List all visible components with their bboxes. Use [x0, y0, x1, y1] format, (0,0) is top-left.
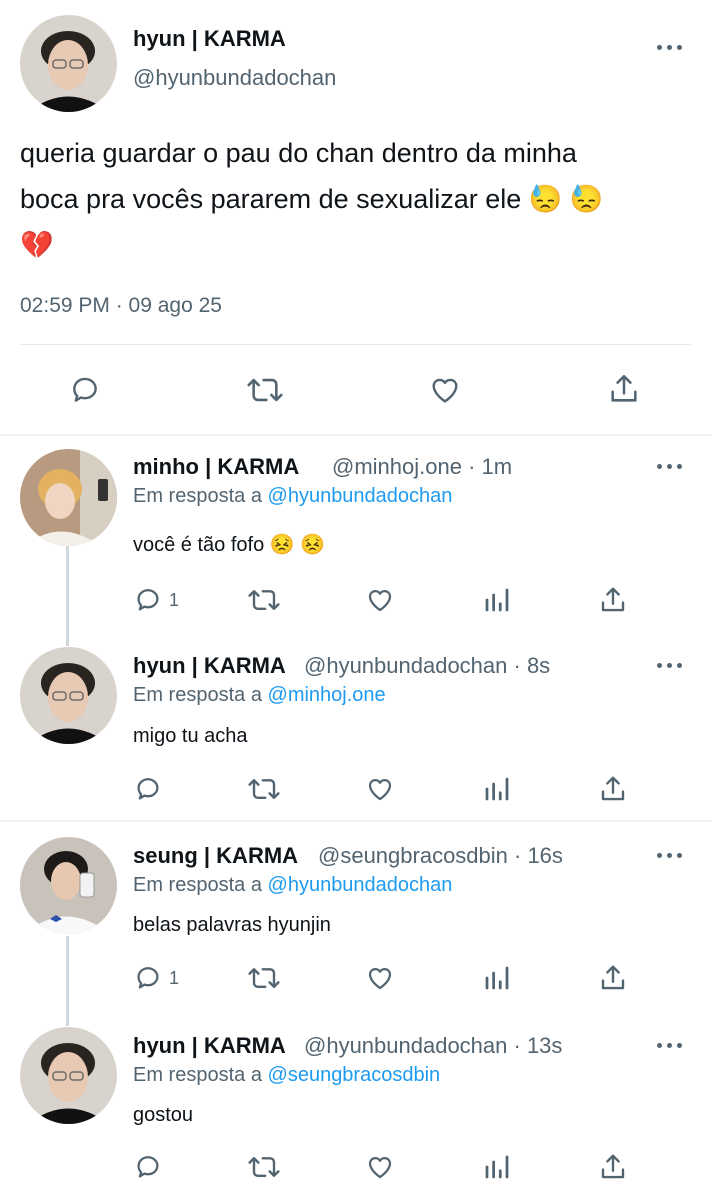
- reply-text: você é tão fofo 😣 😣: [133, 534, 326, 556]
- reply-to-link[interactable]: @minhoj.one: [268, 684, 386, 706]
- reply-icon: [137, 778, 159, 800]
- share-icon: [601, 965, 625, 990]
- reply-to-link[interactable]: @seungbracosdbin: [268, 1064, 441, 1086]
- thread-line: [66, 936, 69, 1026]
- like-button[interactable]: [364, 1152, 396, 1182]
- heart-icon: [368, 967, 392, 990]
- reply-context: Em resposta a @seungbracosdbin: [133, 1064, 440, 1087]
- reply-prefix: Em resposta a: [133, 485, 268, 507]
- reply-button[interactable]: [68, 373, 102, 407]
- author-handle[interactable]: @hyunbundadochan · 13s: [304, 1033, 562, 1059]
- heart-icon: [432, 378, 458, 403]
- divider: [20, 344, 691, 345]
- heart-icon: [368, 1156, 392, 1179]
- like-button[interactable]: [364, 585, 396, 615]
- retweet-icon: [248, 968, 280, 988]
- retweet-button[interactable]: [246, 774, 282, 804]
- share-button[interactable]: [598, 584, 628, 616]
- retweet-button[interactable]: [246, 963, 282, 993]
- views-icon: [485, 777, 509, 801]
- share-button[interactable]: [598, 1151, 628, 1183]
- reply-prefix: Em resposta a: [133, 684, 268, 706]
- retweet-icon: [248, 590, 280, 610]
- views-button[interactable]: [482, 774, 512, 804]
- reply-to-link[interactable]: @hyunbundadochan: [268, 874, 453, 896]
- more-icon[interactable]: [657, 661, 683, 669]
- share-icon: [601, 587, 625, 612]
- reply-icon: [137, 967, 159, 989]
- reply-prefix: Em resposta a: [133, 1064, 268, 1086]
- share-icon: [601, 776, 625, 801]
- author-handle[interactable]: @hyunbundadochan · 8s: [304, 653, 550, 679]
- share-button[interactable]: [598, 773, 628, 805]
- reply-text: belas palavras hyunjin: [133, 914, 331, 936]
- author-name[interactable]: minho | KARMA: [133, 454, 299, 480]
- retweet-button[interactable]: [246, 585, 282, 615]
- timestamp[interactable]: 02:59 PM · 09 ago 25: [20, 294, 222, 318]
- views-button[interactable]: [482, 1152, 512, 1182]
- like-button[interactable]: [427, 373, 463, 407]
- share-button[interactable]: [598, 962, 628, 994]
- like-button[interactable]: [364, 963, 396, 993]
- more-icon[interactable]: [657, 462, 683, 470]
- more-icon[interactable]: [657, 851, 683, 859]
- avatar[interactable]: [20, 449, 117, 546]
- reply-prefix: Em resposta a: [133, 874, 268, 896]
- reply-to-link[interactable]: @hyunbundadochan: [268, 485, 453, 507]
- reply-icon: [137, 589, 159, 611]
- views-icon: [485, 1155, 509, 1179]
- reply-text: gostou: [133, 1104, 194, 1126]
- author-handle[interactable]: @hyunbundadochan: [133, 65, 336, 91]
- views-button[interactable]: [482, 585, 512, 615]
- heart-icon: [368, 778, 392, 801]
- retweet-icon: [248, 1157, 280, 1177]
- share-icon: [601, 1154, 625, 1179]
- views-icon: [485, 966, 509, 990]
- views-button[interactable]: [482, 963, 512, 993]
- tweet-text: queria guardar o pau do chan dentro da m…: [20, 130, 604, 268]
- divider: [0, 434, 711, 436]
- more-icon[interactable]: [657, 1041, 683, 1049]
- reply-button[interactable]: [133, 774, 169, 804]
- thread-line: [66, 546, 69, 646]
- author-name[interactable]: hyun | KARMA: [133, 653, 286, 679]
- reply-icon: [137, 1156, 159, 1178]
- reply-count: 1: [169, 967, 180, 988]
- avatar[interactable]: [20, 15, 117, 112]
- reply-context: Em resposta a @hyunbundadochan: [133, 485, 452, 508]
- retweet-button[interactable]: [246, 1152, 282, 1182]
- like-button[interactable]: [364, 774, 396, 804]
- reply-context: Em resposta a @hyunbundadochan: [133, 874, 452, 897]
- reply-icon: [73, 377, 97, 402]
- avatar[interactable]: [20, 837, 117, 934]
- retweet-icon: [247, 378, 283, 402]
- retweet-button[interactable]: [245, 373, 285, 407]
- reply-count: 1: [169, 589, 180, 610]
- reply-button[interactable]: 1: [133, 963, 179, 993]
- divider: [0, 820, 711, 822]
- avatar[interactable]: [20, 1027, 117, 1124]
- author-name[interactable]: hyun | KARMA: [133, 1033, 286, 1059]
- reply-context: Em resposta a @minhoj.one: [133, 684, 386, 707]
- share-icon: [611, 374, 637, 402]
- tweet-text-line: queria guardar o pau do chan dentro da m…: [20, 138, 577, 168]
- views-icon: [485, 588, 509, 612]
- more-icon[interactable]: [657, 43, 683, 51]
- author-handle[interactable]: @seungbracosdbin · 16s: [318, 843, 563, 869]
- author-name[interactable]: hyun | KARMA: [133, 26, 286, 52]
- reply-text: migo tu acha: [133, 725, 248, 747]
- author-handle[interactable]: @minhoj.one · 1m: [332, 454, 512, 480]
- avatar[interactable]: [20, 647, 117, 744]
- share-button[interactable]: [607, 371, 641, 407]
- heart-icon: [368, 589, 392, 612]
- reply-button[interactable]: [133, 1152, 169, 1182]
- tweet-text-line: 💔: [20, 230, 54, 260]
- tweet-text-line: boca pra vocês pararem de sexualizar ele…: [20, 184, 604, 214]
- reply-button[interactable]: 1: [133, 585, 179, 615]
- author-name[interactable]: seung | KARMA: [133, 843, 298, 869]
- retweet-icon: [248, 779, 280, 799]
